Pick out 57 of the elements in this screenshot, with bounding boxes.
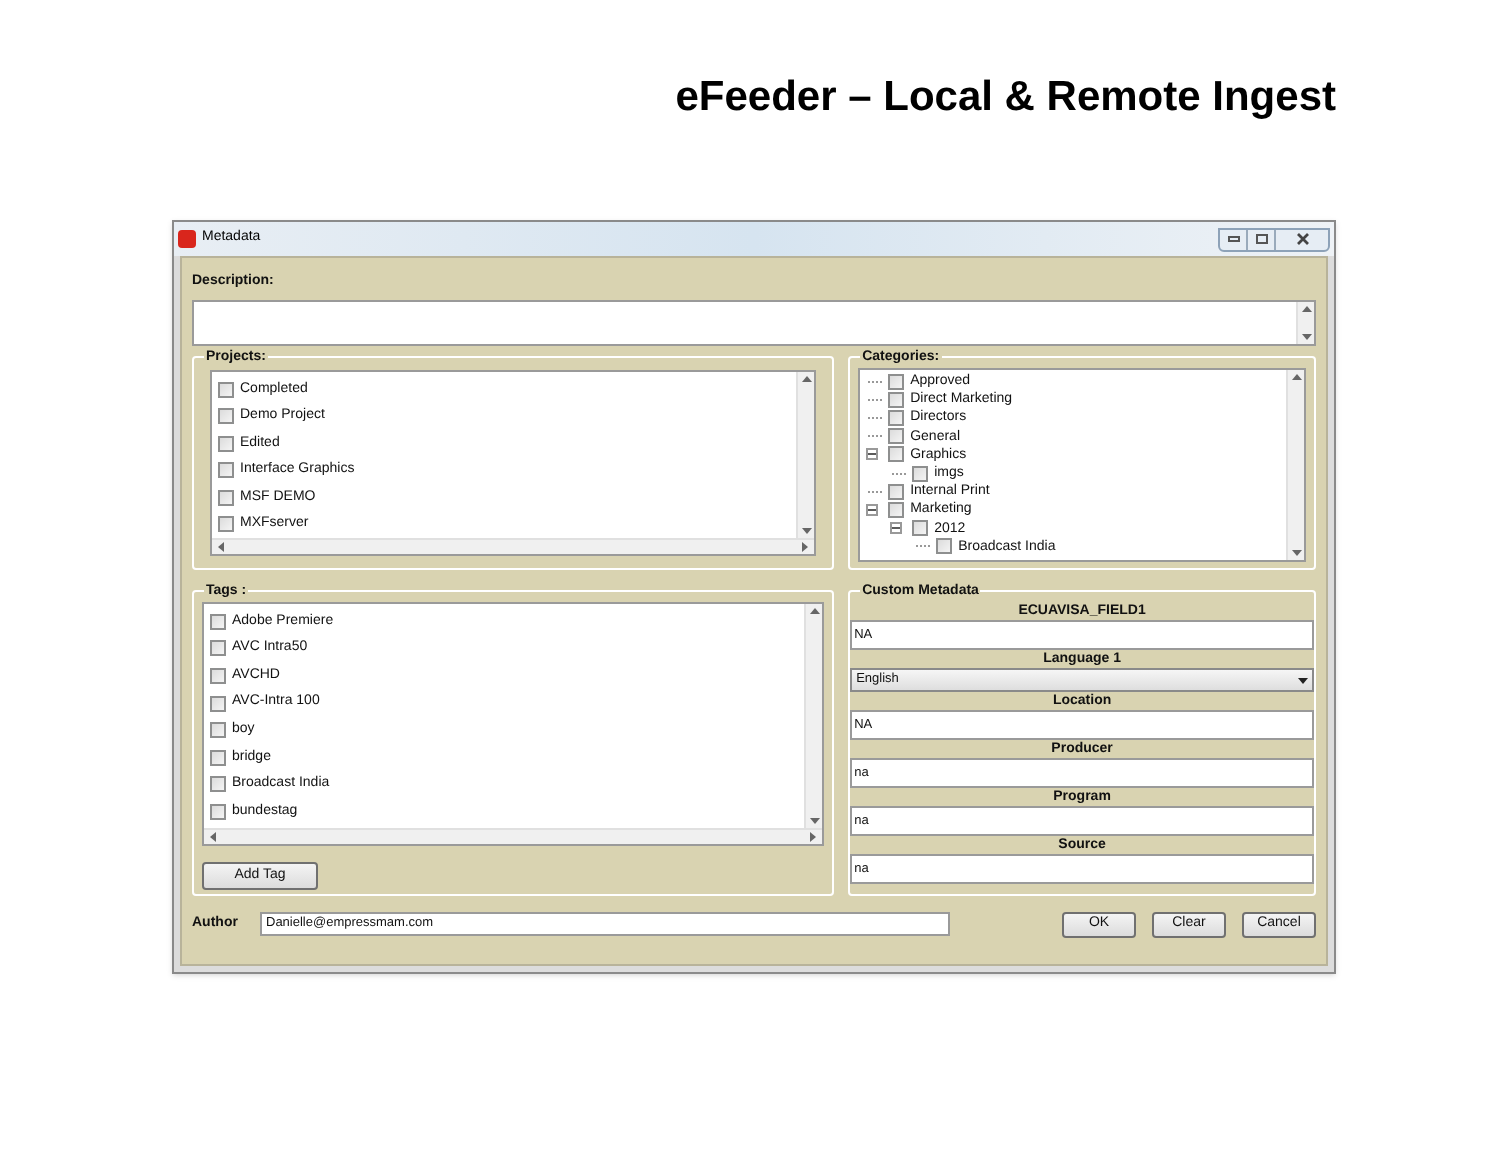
checkbox[interactable] <box>888 483 905 500</box>
up-arrow-icon <box>1301 305 1311 311</box>
left-arrow-icon <box>218 542 224 552</box>
checkbox[interactable] <box>218 408 234 425</box>
checkbox[interactable] <box>888 373 905 390</box>
right-arrow-icon <box>802 542 809 552</box>
right-arrow-icon <box>810 832 817 842</box>
tree-line-icon <box>914 540 933 553</box>
dropdown-arrow-icon <box>1298 677 1308 683</box>
checkbox[interactable] <box>218 435 234 452</box>
checkbox[interactable] <box>936 538 953 555</box>
horizontal-scrollbar[interactable] <box>212 538 815 554</box>
tree-line-icon <box>866 485 885 498</box>
checkbox[interactable] <box>888 501 905 518</box>
tree-line-icon <box>866 375 885 388</box>
scrollbar[interactable] <box>796 372 815 538</box>
collapse-icon[interactable] <box>866 448 879 461</box>
checkbox[interactable] <box>218 489 234 506</box>
collapse-icon[interactable] <box>866 503 879 516</box>
up-arrow-icon <box>1291 374 1301 380</box>
scrollbar[interactable] <box>804 604 823 828</box>
down-arrow-icon <box>809 818 820 824</box>
slide-title: eFeeder – Local & Remote Ingest <box>675 72 1336 124</box>
down-arrow-icon <box>1301 333 1311 339</box>
scrollbar[interactable] <box>1296 301 1314 343</box>
checkbox[interactable] <box>218 381 234 398</box>
checkbox[interactable] <box>888 446 905 463</box>
checkbox[interactable] <box>888 391 905 408</box>
down-arrow-icon <box>1291 550 1301 556</box>
down-arrow-icon <box>801 528 812 534</box>
checkbox[interactable] <box>888 409 905 426</box>
checkbox[interactable] <box>210 749 226 766</box>
scrollbar[interactable] <box>1286 370 1304 560</box>
checkbox[interactable] <box>210 776 226 793</box>
checkbox[interactable] <box>210 722 226 739</box>
checkbox[interactable] <box>218 516 234 533</box>
up-arrow-icon <box>809 608 820 614</box>
checkbox[interactable] <box>210 695 226 712</box>
checkbox[interactable] <box>210 803 226 820</box>
tree-line-icon <box>866 411 885 424</box>
tree-line-icon <box>890 467 909 480</box>
checkbox[interactable] <box>912 520 929 537</box>
checkbox[interactable] <box>218 462 234 479</box>
up-arrow-icon <box>801 376 812 382</box>
tree-line-icon <box>866 430 885 443</box>
checkbox[interactable] <box>210 667 226 684</box>
collapse-icon[interactable] <box>890 522 903 535</box>
horizontal-scrollbar[interactable] <box>204 828 823 844</box>
tree-line-icon <box>866 393 885 406</box>
description-field[interactable] <box>192 299 1316 345</box>
app-logo-icon <box>178 230 196 248</box>
checkbox[interactable] <box>888 428 905 445</box>
checkbox[interactable] <box>210 613 226 630</box>
left-arrow-icon <box>210 832 216 842</box>
checkbox[interactable] <box>912 465 929 482</box>
checkbox[interactable] <box>210 640 226 657</box>
close-icon <box>1295 232 1309 246</box>
